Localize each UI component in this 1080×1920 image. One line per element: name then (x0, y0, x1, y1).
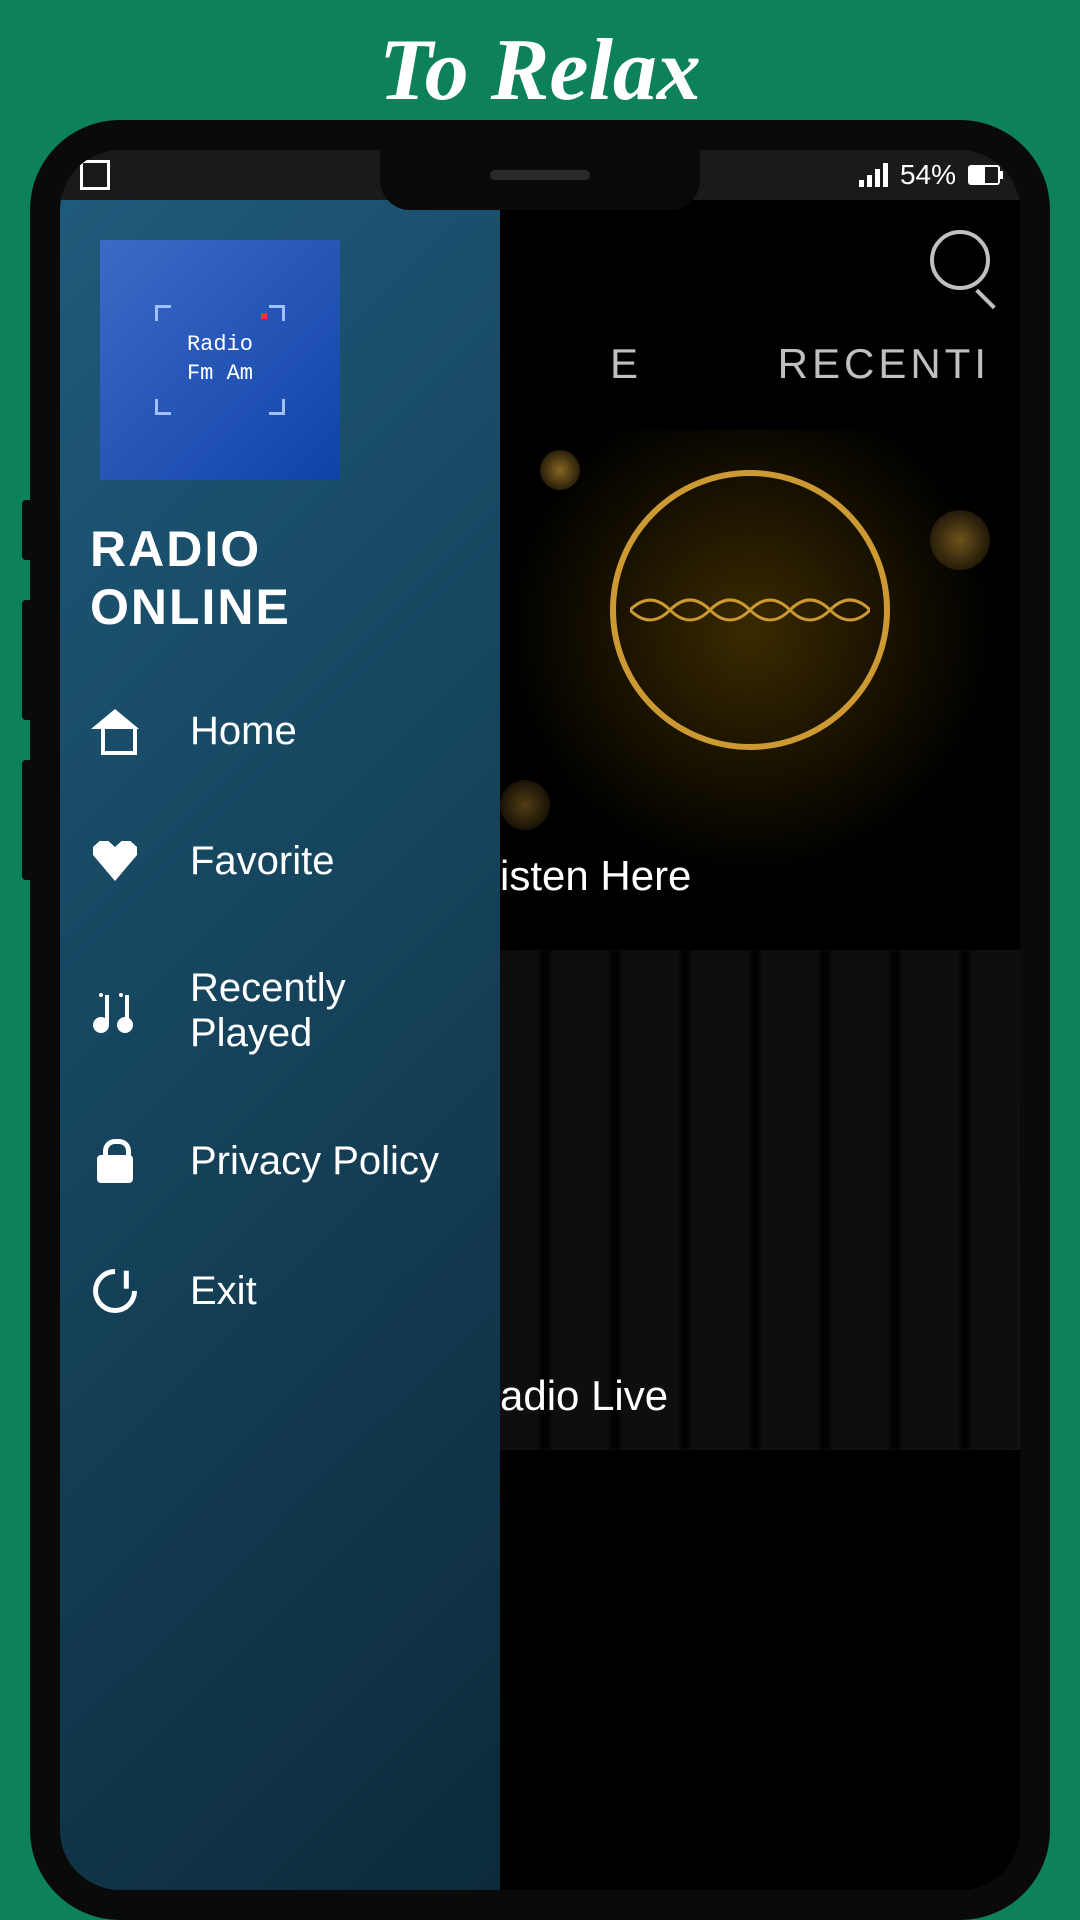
sidebar-menu: Home Favorite Recently Played (90, 666, 470, 1356)
logo-rec-dot (261, 313, 267, 319)
main-content: E RECENTI isten Here (60, 200, 1020, 1890)
home-icon (90, 706, 140, 756)
tab-partial-1[interactable]: E (610, 340, 642, 387)
bokeh-decoration (540, 450, 580, 490)
phone-frame: 54% E RECENTI (30, 120, 1050, 1920)
promo-title: To Relax (0, 0, 1080, 121)
battery-icon (968, 165, 1000, 185)
phone-notch (380, 150, 700, 210)
phone-screen: 54% E RECENTI (60, 150, 1020, 1890)
sidebar-item-label: Favorite (190, 839, 335, 884)
sidebar-item-favorite[interactable]: Favorite (90, 796, 470, 926)
sidebar-item-privacy-policy[interactable]: Privacy Policy (90, 1096, 470, 1226)
content-cards: isten Here adio Live (480, 430, 1020, 1890)
logo-text: Radio Fm Am (187, 331, 253, 388)
sidebar-item-label: Privacy Policy (190, 1139, 439, 1184)
logo-frame: Radio Fm Am (155, 305, 285, 415)
phone-speaker (490, 170, 590, 180)
phone-volume-down-button (22, 760, 30, 880)
card-label: adio Live (500, 1372, 668, 1420)
phone-side-button (22, 500, 30, 560)
station-card-radio-live[interactable]: adio Live (480, 950, 1020, 1450)
bokeh-decoration (930, 510, 990, 570)
lock-icon (90, 1136, 140, 1186)
picture-icon (80, 160, 110, 190)
sidebar-item-recently-played[interactable]: Recently Played (90, 926, 470, 1096)
app-logo[interactable]: Radio Fm Am (100, 240, 340, 480)
phone-volume-up-button (22, 600, 30, 720)
power-icon (90, 1266, 140, 1316)
heart-icon (90, 836, 140, 886)
bokeh-decoration (500, 780, 550, 830)
sidebar-item-label: Exit (190, 1269, 257, 1314)
sidebar-drawer: Radio Fm Am RADIO ONLINE Home Favor (60, 200, 500, 1890)
battery-percent: 54% (900, 159, 956, 191)
status-right: 54% (859, 159, 1000, 191)
card-label: isten Here (500, 852, 691, 900)
sidebar-item-exit[interactable]: Exit (90, 1226, 470, 1356)
sidebar-item-label: Home (190, 709, 297, 754)
signal-icon (859, 163, 888, 187)
tab-bar: E RECENTI (610, 340, 1020, 388)
sidebar-title: RADIO ONLINE (90, 520, 470, 636)
music-note-icon (90, 986, 140, 1036)
search-icon[interactable] (930, 230, 990, 290)
sidebar-item-home[interactable]: Home (90, 666, 470, 796)
station-card-listen-here[interactable]: isten Here (480, 430, 1020, 930)
sidebar-item-label: Recently Played (190, 966, 470, 1056)
sound-wave-icon (610, 470, 890, 750)
status-left (80, 160, 110, 190)
tab-recent[interactable]: RECENTI (778, 340, 990, 387)
